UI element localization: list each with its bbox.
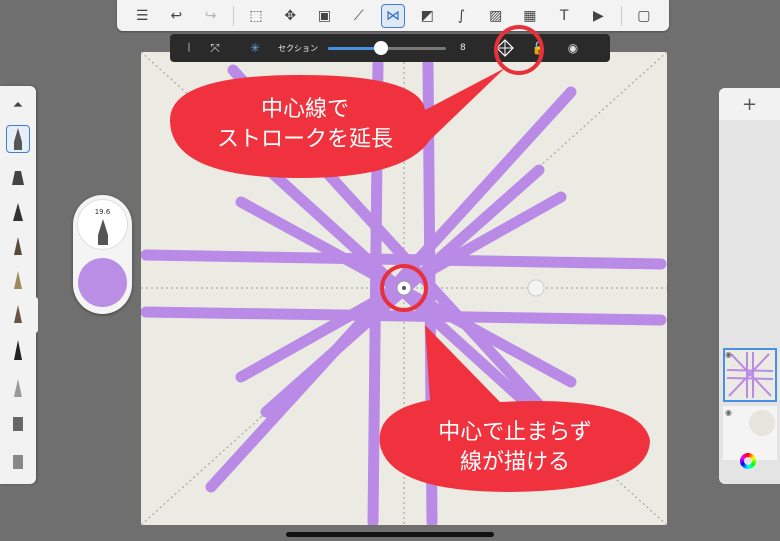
section-slider[interactable] (328, 40, 446, 55)
color-wheel-icon[interactable] (740, 453, 756, 469)
eraser-icon[interactable] (6, 408, 30, 436)
bottom-callout-line1: 中心で止まらず (438, 420, 592, 445)
brush-library: ⏶ (0, 86, 36, 484)
fill-icon[interactable]: ▣ (313, 4, 337, 28)
rotate-handle-icon[interactable] (527, 279, 545, 297)
curve-icon[interactable]: ∫ (449, 4, 473, 28)
brush-puck[interactable]: 19.6 (73, 195, 132, 314)
symmetry-center-dot (402, 286, 406, 290)
toolbar-divider (232, 5, 234, 26)
visibility-eye-icon[interactable]: ◉ (560, 37, 586, 59)
brush-library-grip[interactable] (33, 297, 38, 333)
toolbar-divider (620, 5, 622, 26)
ruler-icon[interactable]: ⟋ (347, 4, 371, 28)
fill-eraser-icon[interactable] (6, 446, 30, 474)
symmetry-icon[interactable]: ⋈ (380, 3, 405, 28)
shapes-icon[interactable]: ◩ (415, 4, 439, 28)
selection-icon[interactable]: ⬚ (244, 4, 268, 28)
top-callout-line1: 中心線で (260, 97, 349, 122)
smudge-brush-icon[interactable] (6, 374, 30, 402)
mirror-vertical-icon[interactable]: ⦚ (176, 37, 202, 59)
fullscreen-icon[interactable]: ▢ (632, 4, 656, 28)
marker-brush-icon[interactable] (6, 164, 30, 192)
background-visibility-eye-icon[interactable]: ◉ (725, 408, 732, 417)
background-color-swatch[interactable] (749, 410, 775, 436)
brush-preview-icon (98, 219, 108, 245)
main-toolbar: ☰ ↩ ↪ ⬚ ✥ ▣ ⟋ ⋈ ◩ ∫ ▨ ▦ T ▶ ▢ (117, 0, 669, 31)
section-label: セクション (278, 43, 318, 53)
video-icon[interactable]: ▶ (586, 4, 610, 28)
top-callout-text: 中心線で ストロークを延長 (190, 95, 420, 155)
list-icon[interactable]: ☰ (130, 4, 154, 28)
bottom-callout-line2: 線が描ける (459, 450, 570, 475)
brush-library-icon[interactable]: ⏶ (6, 91, 30, 119)
text-icon[interactable]: T (552, 4, 576, 28)
brush-color-puck[interactable] (78, 258, 127, 307)
add-layer-button[interactable]: + (719, 88, 780, 120)
bottom-callout-text: 中心で止まらず 線が描ける (390, 418, 640, 478)
pencil-brush-icon[interactable] (6, 125, 30, 153)
ink-brush-icon[interactable] (6, 300, 30, 328)
image-icon[interactable]: ▨ (484, 4, 508, 28)
layer-visibility-eye-icon[interactable]: ◉ (725, 350, 732, 359)
radial-symmetry-icon[interactable]: ✳ (242, 37, 268, 59)
home-indicator (286, 532, 494, 537)
lock-icon[interactable]: 🔓 (526, 37, 552, 59)
section-value: 8 (460, 43, 466, 53)
undo-icon[interactable]: ↩ (164, 4, 188, 28)
perspective-icon[interactable]: ▦ (518, 4, 542, 28)
mirror-horizontal-icon[interactable]: ⤧ (202, 37, 228, 59)
layer-preview-icon (726, 352, 774, 398)
paint-brush-icon[interactable] (6, 232, 30, 260)
redo-icon[interactable]: ↪ (199, 4, 223, 28)
pen-brush-icon[interactable] (6, 198, 30, 226)
slider-knob[interactable] (374, 40, 388, 55)
airbrush-icon[interactable] (6, 266, 30, 294)
layers-panel: + ◉ ◉ (719, 88, 780, 484)
extend-center-icon[interactable] (492, 37, 518, 59)
brush-size-puck[interactable]: 19.6 (77, 199, 128, 250)
top-callout-line2: ストロークを延長 (216, 127, 393, 152)
brush-size-value: 19.6 (94, 208, 111, 216)
brush-pen-icon[interactable] (6, 336, 30, 364)
symmetry-toolbar: ⦚ ⤧ ✳ セクション 8 🔓 ◉ (170, 34, 610, 62)
transform-icon[interactable]: ✥ (278, 4, 302, 28)
